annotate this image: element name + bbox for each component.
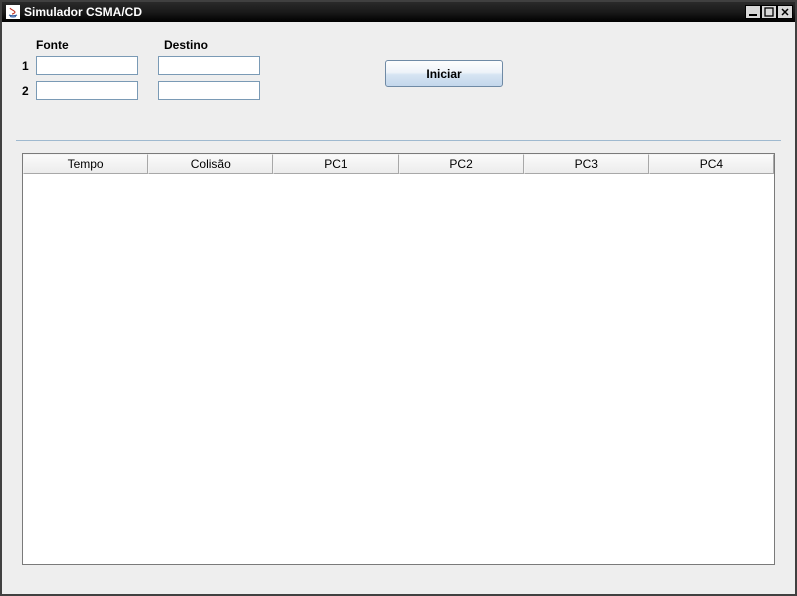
results-table: Tempo Colisão PC1 PC2 PC3 PC4	[22, 153, 775, 565]
destino-1-input[interactable]	[158, 56, 260, 75]
window-buttons	[745, 5, 793, 19]
titlebar: Simulador CSMA/CD	[2, 2, 795, 22]
maximize-button[interactable]	[761, 5, 777, 19]
col-pc3[interactable]: PC3	[524, 154, 649, 174]
java-icon	[6, 5, 20, 19]
destino-header: Destino	[164, 38, 272, 52]
close-button[interactable]	[777, 5, 793, 19]
col-tempo[interactable]: Tempo	[23, 154, 148, 174]
fonte-2-input[interactable]	[36, 81, 138, 100]
separator	[16, 140, 781, 141]
col-pc4[interactable]: PC4	[649, 154, 774, 174]
iniciar-button[interactable]: Iniciar	[385, 60, 503, 87]
content-area: Fonte Destino 1 2 Iniciar	[2, 22, 795, 594]
row-1-number: 1	[22, 59, 36, 73]
col-pc2[interactable]: PC2	[399, 154, 524, 174]
window-title: Simulador CSMA/CD	[24, 5, 745, 19]
table-body	[23, 174, 774, 564]
minimize-button[interactable]	[745, 5, 761, 19]
destino-2-input[interactable]	[158, 81, 260, 100]
row-2-number: 2	[22, 84, 36, 98]
app-window: Simulador CSMA/CD Fonte Destino 1	[0, 0, 797, 596]
input-form: Fonte Destino 1 2 Iniciar	[2, 22, 795, 116]
table-header-row: Tempo Colisão PC1 PC2 PC3 PC4	[23, 154, 774, 174]
fonte-header: Fonte	[36, 38, 144, 52]
col-colisao[interactable]: Colisão	[148, 154, 273, 174]
fonte-1-input[interactable]	[36, 56, 138, 75]
col-pc1[interactable]: PC1	[273, 154, 398, 174]
